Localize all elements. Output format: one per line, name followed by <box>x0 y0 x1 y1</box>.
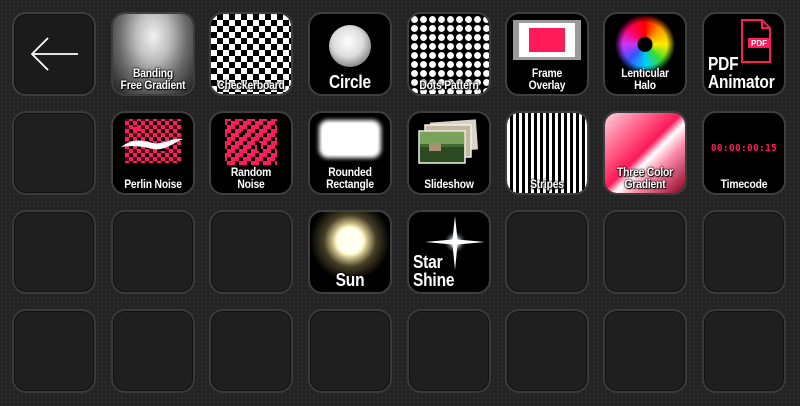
key-label: Perlin Noise <box>124 177 182 191</box>
key-empty[interactable] <box>505 309 589 393</box>
key-pdf-animator[interactable]: PDF PDF Animator <box>702 12 786 96</box>
key-empty[interactable] <box>209 210 293 294</box>
key-label: Timecode <box>720 177 768 191</box>
key-label: Frame Overlay <box>528 66 566 92</box>
pdf-icon-text: PDF <box>751 39 767 48</box>
key-empty[interactable] <box>505 210 589 294</box>
key-empty[interactable] <box>111 210 195 294</box>
key-label: Rounded Rectangle <box>326 165 374 191</box>
key-empty[interactable] <box>209 309 293 393</box>
key-label: Banding Free Gradient <box>120 66 186 92</box>
key-slideshow[interactable]: Slideshow <box>407 111 491 195</box>
key-empty[interactable] <box>308 309 392 393</box>
key-stripes[interactable]: Stripes <box>505 111 589 195</box>
key-label: Checkerboard <box>217 78 285 92</box>
key-label: Star Shine <box>413 252 455 290</box>
button-grid: Banding Free Gradient Checkerboard Circl… <box>0 0 800 406</box>
key-rounded-rectangle[interactable]: Rounded Rectangle <box>308 111 392 195</box>
key-empty[interactable] <box>702 309 786 393</box>
key-empty[interactable] <box>111 309 195 393</box>
key-label: Lenticular Halo <box>621 66 669 92</box>
key-sun[interactable]: Sun <box>308 210 392 294</box>
key-label: Sun <box>335 270 365 290</box>
key-empty[interactable] <box>702 210 786 294</box>
arrow-left-icon <box>30 37 78 71</box>
key-label: Dots Pattern <box>419 78 479 92</box>
back-button[interactable] <box>12 12 96 96</box>
key-label: PDF Animator <box>708 54 775 92</box>
key-empty[interactable] <box>12 309 96 393</box>
key-label: Random Noise <box>230 165 272 191</box>
key-frame-overlay[interactable]: Frame Overlay <box>505 12 589 96</box>
key-three-color-gradient[interactable]: Three Color Gradient <box>603 111 687 195</box>
key-dots-pattern[interactable]: Dots Pattern <box>407 12 491 96</box>
key-lenticular-halo[interactable]: Lenticular Halo <box>603 12 687 96</box>
key-label: Slideshow <box>424 177 474 191</box>
key-banding-free-gradient[interactable]: Banding Free Gradient <box>111 12 195 96</box>
key-empty[interactable] <box>12 111 96 195</box>
key-random-noise[interactable]: Random Noise <box>209 111 293 195</box>
key-star-shine[interactable]: Star Shine <box>407 210 491 294</box>
key-checkerboard[interactable]: Checkerboard <box>209 12 293 96</box>
key-label: Three Color Gradient <box>616 165 674 191</box>
key-empty[interactable] <box>12 210 96 294</box>
key-label: Stripes <box>530 177 564 191</box>
key-timecode[interactable]: 00:00:00:15 Timecode <box>702 111 786 195</box>
timecode-readout: 00:00:00:15 <box>710 143 778 154</box>
key-empty[interactable] <box>603 309 687 393</box>
key-empty[interactable] <box>603 210 687 294</box>
key-perlin-noise[interactable]: Perlin Noise <box>111 111 195 195</box>
key-circle[interactable]: Circle <box>308 12 392 96</box>
key-empty[interactable] <box>407 309 491 393</box>
key-label: Circle <box>328 72 371 92</box>
